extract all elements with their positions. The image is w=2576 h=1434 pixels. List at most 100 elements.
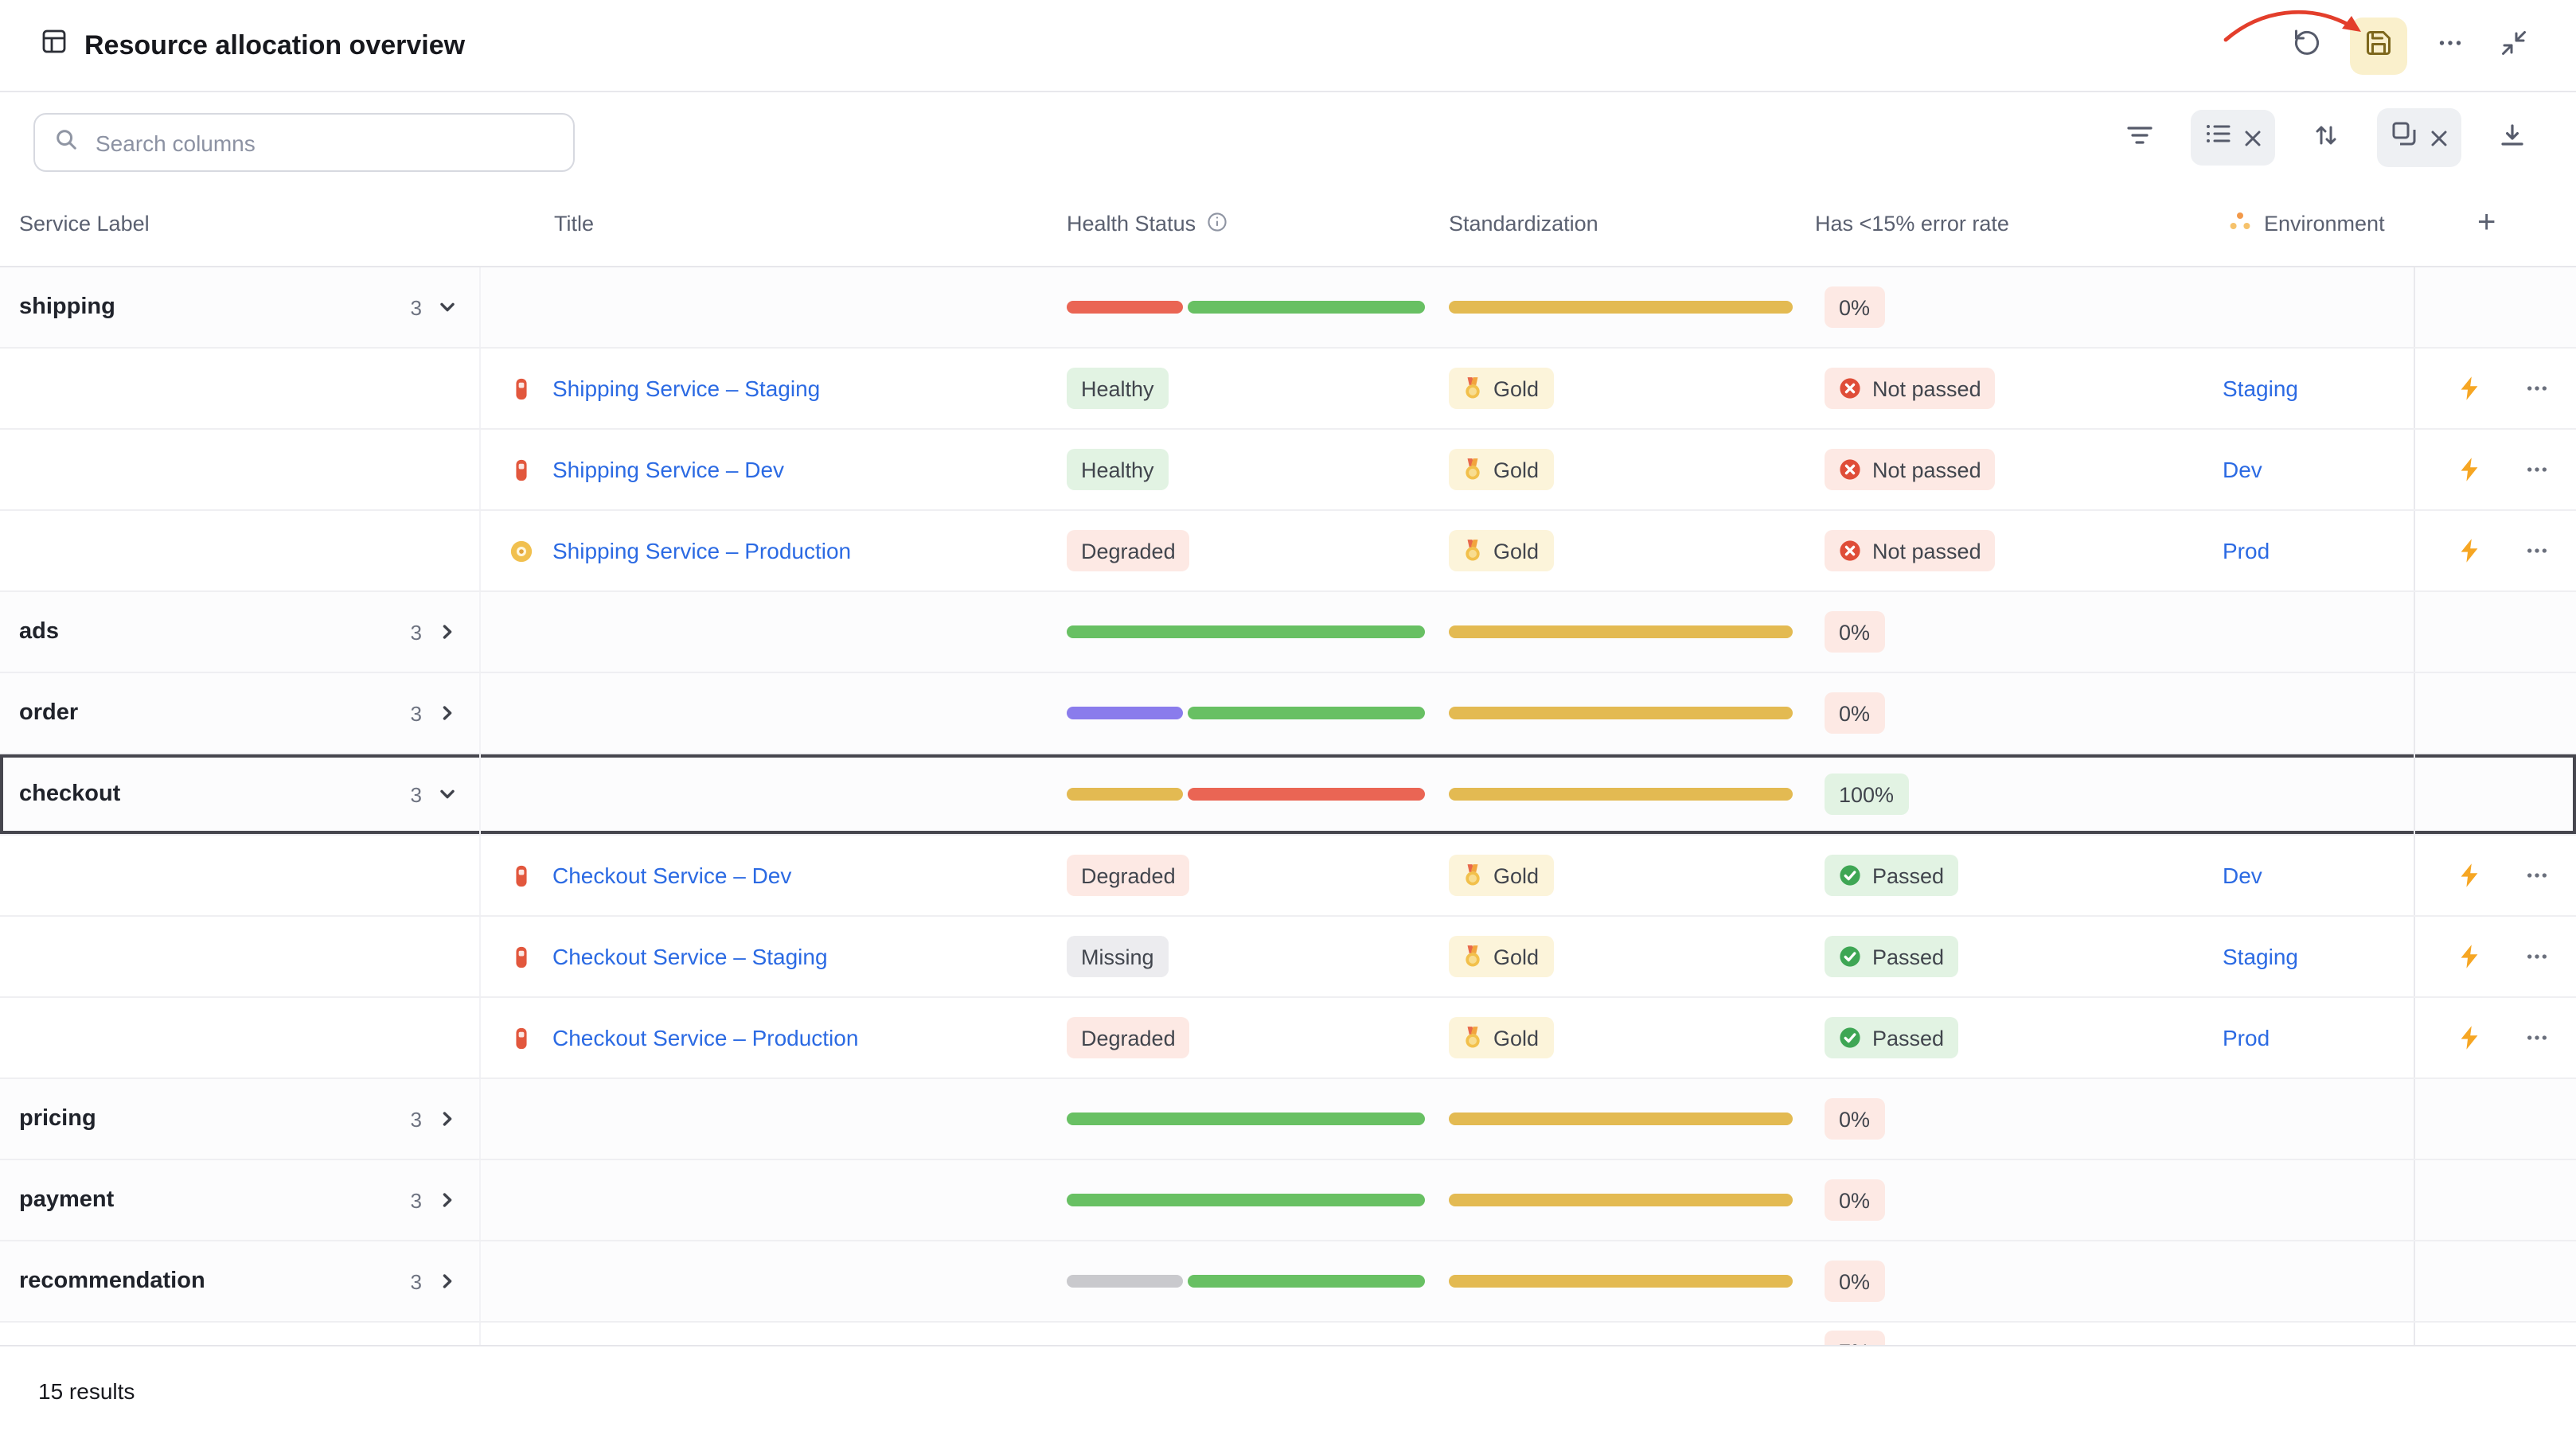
environment-link[interactable]: Dev [2223, 457, 2262, 482]
error-rate-cell: Passed [1815, 917, 2216, 996]
list-view-control[interactable] [2191, 110, 2275, 166]
standardization-cell [1449, 1079, 1815, 1159]
chevron-down-icon[interactable] [438, 785, 457, 804]
column-header-health-status[interactable]: Health Status [1067, 211, 1449, 236]
health-status-badge: Degraded [1067, 530, 1190, 571]
save-button[interactable] [2350, 17, 2407, 74]
health-cell: Degraded [1067, 836, 1449, 915]
column-header-service-label[interactable]: Service Label [0, 212, 481, 236]
service-cell: checkout3 [0, 754, 481, 834]
error-rate-badge: 0% [1825, 286, 1884, 328]
error-rate-cell: Not passed [1815, 349, 2216, 428]
lightning-icon[interactable] [2458, 376, 2480, 401]
add-column-button[interactable]: + [2414, 205, 2576, 242]
standardization-cell: Gold [1449, 349, 1815, 428]
standardization-badge: Gold [1449, 530, 1553, 571]
clear-list-view-icon[interactable] [2245, 130, 2261, 146]
standardization-badge: Gold [1449, 936, 1553, 977]
group-row[interactable]: shipping3 0% [0, 267, 2576, 349]
title-link[interactable]: Checkout Service – Production [552, 1025, 858, 1050]
environment-link[interactable]: Staging [2223, 944, 2298, 969]
health-status-badge-label: Missing [1081, 945, 1154, 968]
health-status-badge-label: Degraded [1081, 539, 1176, 563]
grouping-control[interactable] [2377, 108, 2461, 167]
group-row[interactable]: order30% [0, 673, 2576, 754]
title-link[interactable]: Checkout Service – Staging [552, 944, 828, 969]
group-row[interactable]: ads30% [0, 592, 2576, 673]
collapse-icon [2500, 29, 2528, 62]
group-count: 3 [411, 295, 438, 319]
title-link[interactable]: Shipping Service – Staging [552, 376, 820, 401]
more-options-button[interactable] [2430, 22, 2471, 68]
clear-grouping-icon[interactable] [2431, 130, 2447, 146]
download-button[interactable] [2493, 116, 2531, 159]
row-more-icon[interactable] [2523, 538, 2551, 563]
chevron-right-icon[interactable] [438, 1109, 457, 1128]
lightning-icon[interactable] [2458, 538, 2480, 563]
environment-link[interactable]: Dev [2223, 863, 2262, 888]
column-header-standardization[interactable]: Standardization [1449, 212, 1815, 236]
collapse-button[interactable] [2493, 22, 2535, 68]
row-more-icon[interactable] [2523, 1025, 2551, 1050]
environment-link[interactable]: Staging [2223, 376, 2298, 401]
health-status-badge: Healthy [1067, 449, 1169, 490]
environment-link[interactable]: Prod [2223, 538, 2270, 563]
row-more-icon[interactable] [2523, 457, 2551, 482]
check-badge: Passed [1825, 936, 1958, 977]
health-cell [1067, 1079, 1449, 1159]
search-box[interactable] [33, 113, 575, 172]
error-rate-badge-label: 0% [1839, 620, 1870, 644]
actions-cell [2414, 430, 2576, 509]
info-icon[interactable] [1207, 211, 1228, 236]
child-row: Shipping Service – DevHealthyGoldNot pas… [0, 430, 2576, 511]
group-row[interactable]: checkout3100% [0, 754, 2576, 836]
lightning-icon[interactable] [2458, 1025, 2480, 1050]
standardization-badge-label: Gold [1493, 863, 1539, 887]
chevron-right-icon[interactable] [438, 703, 457, 723]
check-badge: Not passed [1825, 449, 1996, 490]
service-cell: shipping3 [0, 267, 481, 347]
lightning-icon[interactable] [2458, 863, 2480, 888]
check-badge: Passed [1825, 855, 1958, 896]
chevron-right-icon[interactable] [438, 1190, 457, 1210]
toolbar [0, 92, 2576, 181]
health-bar [1067, 1113, 1425, 1125]
environment-link[interactable]: Prod [2223, 1025, 2270, 1050]
error-rate-cell: Passed [1815, 998, 2216, 1077]
app-icon [41, 29, 67, 62]
actions-cell [2414, 998, 2576, 1077]
search-input[interactable] [92, 128, 554, 157]
error-rate-badge: 0% [1825, 1179, 1884, 1221]
filter-button[interactable] [2121, 118, 2159, 158]
save-icon [2364, 29, 2393, 62]
title-link[interactable]: Checkout Service – Dev [552, 863, 791, 888]
check-badge-label: Passed [1872, 863, 1944, 887]
error-rate-badge: 0% [1825, 1098, 1884, 1140]
title-cell: Checkout Service – Production [481, 998, 1067, 1077]
group-row[interactable]: pricing30% [0, 1079, 2576, 1160]
chevron-right-icon[interactable] [438, 1272, 457, 1291]
chevron-right-icon[interactable] [438, 622, 457, 641]
standardization-badge-icon [1463, 540, 1482, 562]
group-row[interactable]: recommendation30% [0, 1241, 2576, 1323]
undo-button[interactable] [2286, 22, 2328, 68]
row-more-icon[interactable] [2523, 944, 2551, 969]
lightning-icon[interactable] [2458, 944, 2480, 969]
column-header-error-rate[interactable]: Has <15% error rate [1815, 212, 2216, 236]
column-header-environment[interactable]: Environment [2216, 212, 2414, 236]
group-row[interactable]: payment30% [0, 1160, 2576, 1241]
title-link[interactable]: Shipping Service – Dev [552, 457, 784, 482]
environment-cell: Prod [2216, 511, 2414, 590]
title-link[interactable]: Shipping Service – Production [552, 538, 851, 563]
row-more-icon[interactable] [2523, 863, 2551, 888]
chevron-down-icon[interactable] [438, 298, 457, 317]
error-rate-badge-label: 0% [1839, 1188, 1870, 1212]
filter-icon [2127, 124, 2153, 151]
service-asset-icon [509, 863, 533, 887]
lightning-icon[interactable] [2458, 457, 2480, 482]
column-header-title[interactable]: Title [481, 212, 1067, 236]
bar-segment-gold [1449, 301, 1793, 314]
row-more-icon[interactable] [2523, 376, 2551, 401]
group-count: 3 [411, 620, 438, 644]
sort-button[interactable] [2307, 116, 2345, 159]
